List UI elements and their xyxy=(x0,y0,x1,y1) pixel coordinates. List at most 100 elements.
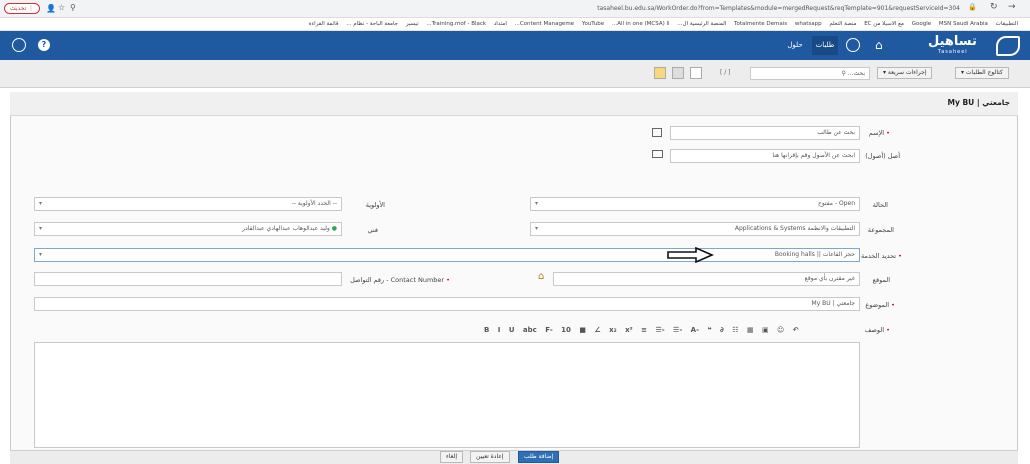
logo-mark-icon xyxy=(996,36,1020,56)
brand-logo[interactable]: تساهيل Tasaheel xyxy=(908,34,1024,57)
description-label-text: الوصف xyxy=(864,326,885,334)
group-label: المجموعة xyxy=(867,226,894,234)
bookmark[interactable]: whatsapp xyxy=(795,18,822,30)
brand-sub: Tasaheel xyxy=(938,49,968,55)
site-select[interactable]: غير مقترن بأي موقع xyxy=(553,272,860,286)
chevron-down-icon: ▾ xyxy=(535,225,539,232)
bookmark[interactable]: Training.mof - Black... xyxy=(426,18,486,30)
bookmark[interactable]: Totalmente Demais xyxy=(734,18,787,30)
chevron-down-icon: ▾ xyxy=(535,200,539,207)
catalog-dropdown[interactable]: كتالوج الطلبات ▾ xyxy=(955,67,1009,79)
back-icon[interactable]: → xyxy=(1008,2,1016,12)
online-dot-icon: ● xyxy=(331,225,337,232)
address-bar[interactable]: tasaheel.bu.edu.sa/WorkOrder.do?from=Tem… xyxy=(440,3,960,15)
contact-label-text: رقم التواصل - Contact Number xyxy=(350,276,445,284)
assets-label: أصل (أصول) xyxy=(865,152,900,160)
bookmark[interactable]: تيسير xyxy=(406,18,419,30)
bookmark[interactable]: امتداد xyxy=(494,18,507,30)
help-icon[interactable]: ? xyxy=(38,39,50,51)
reload-icon[interactable]: ↻ xyxy=(990,2,998,12)
lock-icon: 🔒 xyxy=(968,3,977,11)
bookmark[interactable]: التطبيقات xyxy=(996,18,1018,30)
subject-label-text: الموضوع xyxy=(865,301,890,309)
contact-input[interactable] xyxy=(34,272,342,286)
bookmark[interactable]: All in one (MCSA) li... xyxy=(612,18,670,30)
priority-value: -- الحدد الأولوية -- xyxy=(291,200,337,207)
search-icon: ⚲ xyxy=(841,70,846,77)
status-label: الحالة xyxy=(872,201,888,209)
tab-solutions[interactable]: حلول xyxy=(782,36,808,55)
status-select[interactable]: Open - مفتوح ▾ xyxy=(530,197,860,211)
bookmark[interactable]: MSN Saudi Arabia xyxy=(939,18,988,30)
catalog-label: كتالوج الطلبات xyxy=(965,69,1003,76)
name-label-text: الإسم xyxy=(868,129,885,137)
service-label-text: تحديد الخدمة xyxy=(861,252,897,260)
form-footer xyxy=(10,450,1018,464)
profile-icon[interactable]: 👤 xyxy=(46,4,56,13)
cancel-button[interactable]: إلغاء xyxy=(440,451,464,463)
search-input[interactable]: بحث... ⚲ xyxy=(750,67,870,80)
service-label: • تحديد الخدمة xyxy=(861,252,902,260)
editor-toolbar: B I U abc F- 10 ■ ∠ x₂ x² ≡ ☰- ☰- A- ❝ ∂… xyxy=(34,318,860,342)
subject-label: • الموضوع xyxy=(865,301,895,309)
bookmark[interactable]: المنصة الرئيسية ال... xyxy=(677,18,726,30)
star-icon[interactable]: ☆ xyxy=(58,3,65,12)
attachment-icon[interactable] xyxy=(690,67,702,79)
brand-name: تساهيل xyxy=(928,34,977,49)
bookmarks-bar: التطبيقات MSN Saudi Arabia Google مع الا… xyxy=(0,18,1030,31)
chevron-down-icon: ▾ xyxy=(39,200,43,207)
request-toolbar: كتالوج الطلبات ▾ إجراءات سريعة ▾ بحث... … xyxy=(0,60,1030,88)
service-select[interactable]: حجز القاعات || Booking halls ▾ xyxy=(34,248,860,262)
print-icon[interactable] xyxy=(672,67,684,79)
group-value: التطبيقات والانظمة Applications & System… xyxy=(734,225,855,232)
group-select[interactable]: التطبيقات والانظمة Applications & System… xyxy=(530,222,860,236)
bookmark[interactable]: Content Manageme... xyxy=(515,18,574,30)
update-button[interactable]: تحديث ⋮ xyxy=(4,3,41,14)
reset-button[interactable]: إعادة تعيين xyxy=(470,451,510,463)
chevron-down-icon: ▾ xyxy=(39,251,43,258)
contact-label: رقم التواصل - Contact Number • xyxy=(350,276,450,284)
editor-tool-buttons[interactable]: B I U abc F- 10 ■ ∠ x₂ x² ≡ ☰- ☰- A- ❝ ∂… xyxy=(484,326,799,334)
name-input[interactable]: بحث عن طالب xyxy=(670,126,860,140)
page-counter: [ / ] xyxy=(720,69,731,76)
tab-requests[interactable]: طلبات xyxy=(812,36,838,55)
search-placeholder: بحث... xyxy=(847,70,865,77)
bookmark[interactable]: YouTube xyxy=(582,18,604,30)
bookmark[interactable]: جامعة الباحة - نظام ... xyxy=(346,18,398,30)
update-label: تحديث xyxy=(10,5,27,12)
description-label: • الوصف xyxy=(864,326,890,334)
arrow-annotation-icon xyxy=(667,247,714,263)
quick-actions-dropdown[interactable]: إجراءات سريعة ▾ xyxy=(877,67,933,79)
note-icon[interactable] xyxy=(654,67,666,79)
home-icon[interactable]: ⌂ xyxy=(538,271,544,282)
assets-input[interactable]: ابحث عن الأصول وقم بإقرانها هنا xyxy=(670,149,860,163)
site-label: الموقع xyxy=(872,276,890,284)
technician-select[interactable]: ● وليد عبدالوهاب عبدالهادي عبدالقادر ▾ xyxy=(34,222,342,236)
description-editor[interactable] xyxy=(34,342,860,448)
bookmark[interactable]: منصة التعلم xyxy=(829,18,856,30)
bookmark[interactable]: Google xyxy=(912,18,931,30)
service-value: حجز القاعات || Booking halls xyxy=(774,251,855,258)
priority-label: الأولوية xyxy=(365,201,385,209)
browser-toolbar: تحديث ⋮ 👤 ☆ ⚲ tasaheel.bu.edu.sa/WorkOrd… xyxy=(0,0,1030,18)
contact-card-icon[interactable] xyxy=(652,128,662,137)
quick-actions-label: إجراءات سريعة xyxy=(887,69,927,76)
name-label: • الإسم xyxy=(868,129,890,137)
subject-input[interactable]: جامعتي | My BU xyxy=(34,297,860,311)
bookmark[interactable]: قائمة القراءة xyxy=(309,18,339,30)
submit-button[interactable]: إضافة طلب xyxy=(518,451,560,463)
status-value: Open - مفتوح xyxy=(817,200,855,207)
app-navbar: تساهيل Tasaheel ⌂ طلبات حلول ? xyxy=(0,31,1030,60)
panel-title: جامعتي | My BU xyxy=(947,98,1011,107)
technician-label: فني xyxy=(367,226,379,234)
home-icon[interactable]: ⌂ xyxy=(875,38,883,52)
zoom-icon[interactable]: ⚲ xyxy=(70,3,76,12)
chevron-down-icon: ▾ xyxy=(39,225,43,232)
panel-header: جامعتي | My BU xyxy=(10,92,1018,116)
technician-value: وليد عبدالوهاب عبدالهادي عبدالقادر xyxy=(242,225,330,232)
computer-icon[interactable] xyxy=(652,150,663,158)
dashboard-icon[interactable] xyxy=(846,38,860,52)
user-icon[interactable] xyxy=(12,38,26,52)
priority-select[interactable]: -- الحدد الأولوية -- ▾ xyxy=(34,197,342,211)
bookmark[interactable]: مع الاسيلا من EC xyxy=(864,18,904,30)
